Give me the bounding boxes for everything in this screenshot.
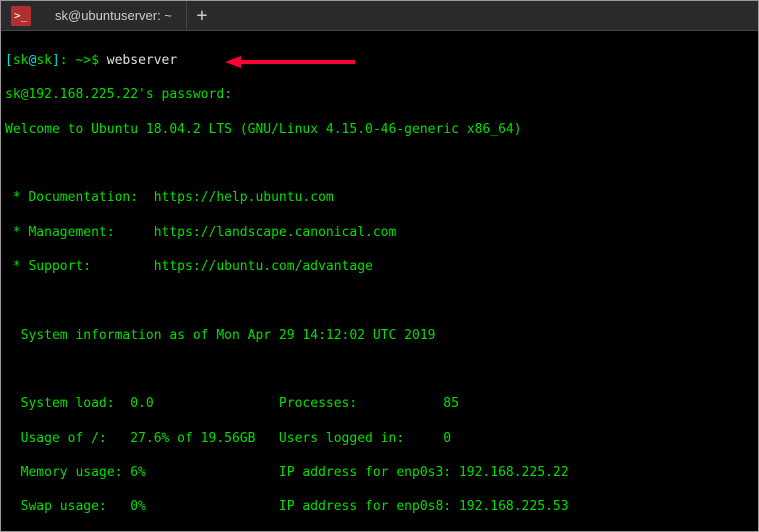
blank-line [5, 155, 754, 172]
stat-line-3: Memory usage: 6% IP address for enp0s3: … [5, 464, 754, 481]
blank-line [5, 292, 754, 309]
bracket-open: [ [5, 53, 13, 68]
tab-bar: >_ sk@ubuntuserver: ~ + [1, 1, 758, 31]
terminal-viewport[interactable]: [sk@sk]: ~>$ webserver sk@192.168.225.22… [1, 31, 758, 531]
stat-line-4: Swap usage: 0% IP address for enp0s8: 19… [5, 498, 754, 515]
annotation-arrow-icon [225, 54, 355, 75]
tab-title: sk@ubuntuserver: ~ [55, 8, 172, 23]
tab-active[interactable]: sk@ubuntuserver: ~ [41, 1, 187, 30]
local-prompt-line: [sk@sk]: ~>$ webserver [5, 52, 754, 69]
tab-add-button[interactable]: + [187, 1, 217, 30]
welcome-line: Welcome to Ubuntu 18.04.2 LTS (GNU/Linux… [5, 121, 754, 138]
prompt-host: sk [36, 53, 52, 68]
terminal-app-icon: >_ [9, 4, 33, 28]
stat-line-2: Usage of /: 27.6% of 19.56GB Users logge… [5, 430, 754, 447]
support-link-line: * Support: https://ubuntu.com/advantage [5, 258, 754, 275]
mgmt-link-line: * Management: https://landscape.canonica… [5, 224, 754, 241]
doc-link-line: * Documentation: https://help.ubuntu.com [5, 189, 754, 206]
bracket-close: ] [52, 53, 60, 68]
sysinfo-header: System information as of Mon Apr 29 14:1… [5, 327, 754, 344]
ssh-password-line: sk@192.168.225.22's password: [5, 86, 754, 103]
stat-line-1: System load: 0.0 Processes: 85 [5, 395, 754, 412]
blank-line [5, 361, 754, 378]
svg-text:>_: >_ [14, 9, 28, 22]
plus-icon: + [196, 5, 207, 26]
prompt-path: : ~>$ [60, 53, 107, 68]
prompt-user: sk [13, 53, 29, 68]
typed-command: webserver [107, 53, 177, 68]
